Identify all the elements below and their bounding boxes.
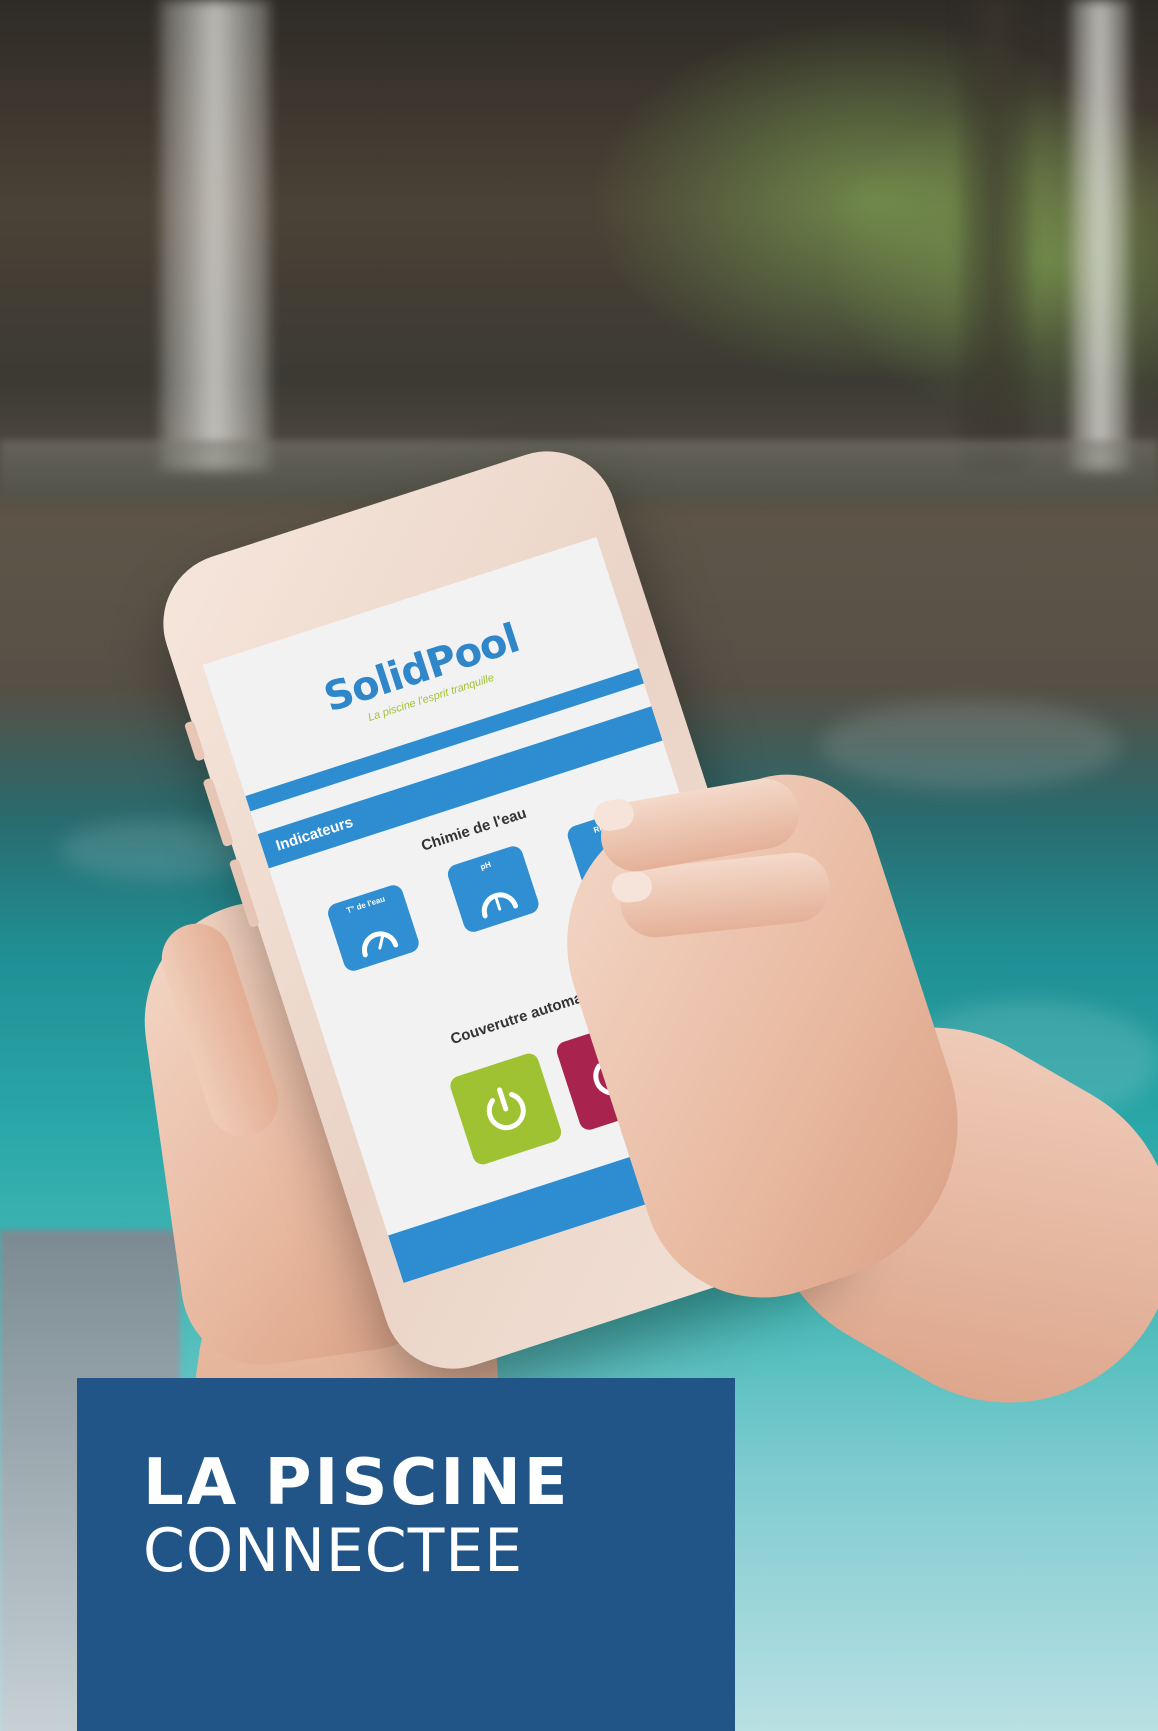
indicator-label: T° de l'eau [345, 894, 387, 916]
gauge-icon [362, 931, 399, 958]
power-icon [486, 1087, 526, 1131]
caption-box: LA PISCINE CONNECTEE [77, 1378, 735, 1731]
cover-on-button[interactable] [447, 1050, 564, 1167]
photo-scene: SolidPool La piscine l'esprit tranquille… [0, 0, 1158, 1731]
background-pillar [1070, 0, 1130, 470]
indicator-ph[interactable]: pH [445, 843, 542, 935]
background-pillar [160, 0, 270, 470]
water-reflection [820, 700, 1120, 790]
gauge-icon [481, 892, 519, 919]
indicator-temperature[interactable]: T° de l'eau [325, 882, 422, 974]
indicator-label: pH [479, 859, 493, 872]
caption-title: LA PISCINE [143, 1446, 571, 1520]
background-pillar [960, 0, 1030, 470]
caption-subtitle: CONNECTEE [143, 1516, 524, 1587]
